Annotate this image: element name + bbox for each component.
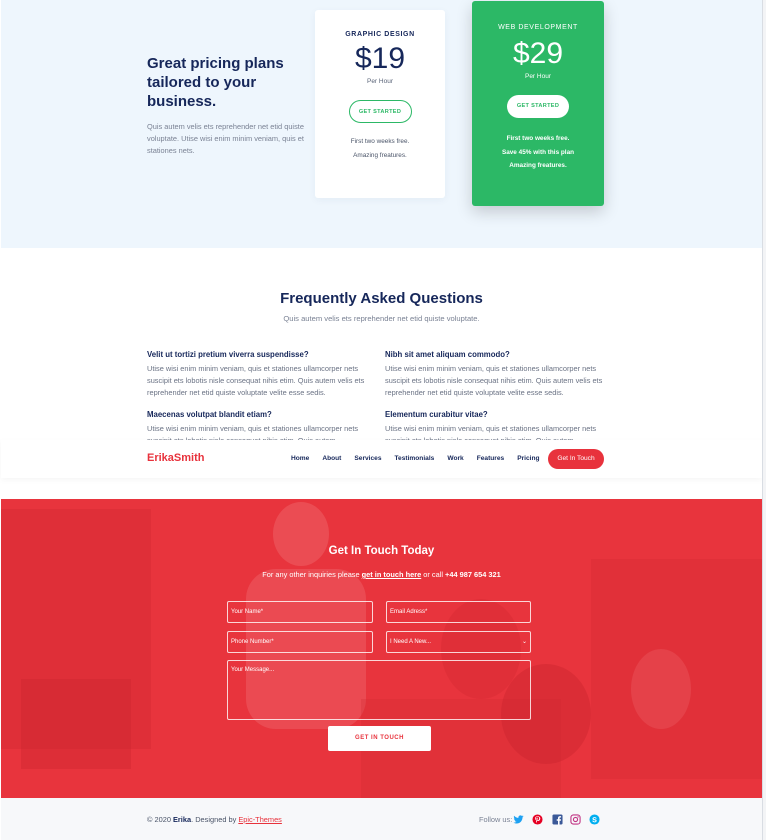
contact-section: Get In Touch Today For any other inquiri… [1,499,762,798]
get-started-button[interactable]: GET STARTED [507,95,569,118]
faq-answer: Utise wisi enim minim veniam, quis et st… [385,364,603,397]
faq-question: Nibh sit amet aliquam commodo? [385,350,510,359]
plan-price: $19 [354,42,406,75]
plan-feature: First two weeks free. [350,138,410,145]
nav-link-features[interactable]: Features [477,455,505,462]
faq-answer: Utise wisi enim minim veniam, quis et st… [385,424,597,440]
copyright-prefix: © 2020 [147,815,173,824]
faq-title: Frequently Asked Questions [280,290,483,307]
plan-name: GRAPHIC DESIGN [345,31,415,38]
pricing-intro: Great pricing plans tailored to your bus… [147,54,307,157]
pinterest-icon[interactable] [532,814,543,825]
contact-title: Get In Touch Today [328,545,435,557]
faq-question: Velit ut tortizi pretium viverra suspend… [147,350,309,359]
faq-item: Maecenas volutpat blandit etiam? Utise w… [147,410,377,440]
message-field[interactable]: Your Message... [227,660,531,720]
need-select[interactable]: I Need A New... ⌄ [386,631,531,653]
scrollbar-track[interactable] [762,0,766,840]
plan-price: $29 [512,37,564,70]
copyright-name: Erika [173,815,192,824]
nav-link-pricing[interactable]: Pricing [517,455,539,462]
nav-link-testimonials[interactable]: Testimonials [395,455,435,462]
name-field[interactable]: Your Name* [227,601,373,623]
nav-links: Home About Services Testimonials Work Fe… [291,455,553,462]
chevron-down-icon: ⌄ [521,639,527,645]
contact-subtitle: For any other inquiries please get in to… [1,570,762,579]
plan-feature: Amazing freatures. [353,151,407,159]
plan-feature: First two weeks free. [506,135,570,142]
footer: © 2020 Erika. Designed by Epic-Themes Fo… [1,798,762,840]
email-field[interactable]: Email Adress* [386,601,531,623]
twitter-icon[interactable] [513,814,524,825]
faq-answer: Utise wisi enim minim veniam, quis et st… [147,364,365,397]
faq-question: Maecenas volutpat blandit etiam? [147,410,272,419]
copyright: © 2020 Erika. Designed by Epic-Themes [147,815,282,824]
faq-item: Velit ut tortizi pretium viverra suspend… [147,350,377,399]
credit-link[interactable]: Epic-Themes [238,815,282,824]
get-started-button[interactable]: GET STARTED [348,100,412,123]
nav-link-about[interactable]: About [322,455,341,462]
submit-button[interactable]: GET IN TOUCH [328,726,431,751]
nav-link-home[interactable]: Home [291,455,309,462]
faq-answer: Utise wisi enim minim veniam, quis et st… [147,424,359,440]
pricing-card-web-development: WEB DEVELOPMENT $29 Per Hour GET STARTED… [472,1,604,206]
plan-features: First two weeks free. Amazing freatures. [315,135,445,162]
copyright-mid: . Designed by [191,815,239,824]
brand-logo[interactable]: ErikaSmith [147,452,204,464]
plan-unit: Per Hour [524,73,551,80]
plan-feature: Amazing freatures. [509,162,567,169]
nav-link-work[interactable]: Work [447,455,463,462]
faq-subtitle: Quis autem velis ets reprehender net eti… [283,314,480,323]
contact-phone: +44 987 654 321 [445,570,501,579]
plan-name: WEB DEVELOPMENT [498,24,578,31]
contact-sub-middle: or call [421,570,446,579]
faq-section: Frequently Asked Questions Quis autem ve… [1,248,762,440]
faq-question: Elementum curabitur vitae? [385,410,488,419]
facebook-icon[interactable] [552,814,563,825]
phone-field[interactable]: Phone Number* [227,631,373,653]
plan-feature: Save 45% with this plan [501,148,575,156]
plan-unit: Per Hour [366,78,393,85]
skype-icon[interactable] [589,814,600,825]
need-select-value: I Need A New... [390,639,432,645]
navbar: ErikaSmith Home About Services Testimoni… [1,440,762,478]
follow-label: Follow us: [479,815,513,824]
plan-features: First two weeks free. Save 45% with this… [472,132,604,173]
contact-sub-prefix: For any other inquiries please [262,570,362,579]
faq-item: Nibh sit amet aliquam commodo? Utise wis… [385,350,615,399]
pricing-card-graphic-design: GRAPHIC DESIGN $19 Per Hour GET STARTED … [315,10,445,198]
pricing-description: Quis autem velis ets reprehender net eti… [147,122,304,155]
get-in-touch-nav-button[interactable]: Get In Touch [548,449,604,469]
nav-link-services[interactable]: Services [354,455,381,462]
get-in-touch-link[interactable]: get in touch here [362,570,422,579]
faq-item: Elementum curabitur vitae? Utise wisi en… [385,410,615,440]
pricing-heading: Great pricing plans tailored to your bus… [147,55,284,110]
contact-background-photo [1,499,762,798]
instagram-icon[interactable] [570,814,581,825]
